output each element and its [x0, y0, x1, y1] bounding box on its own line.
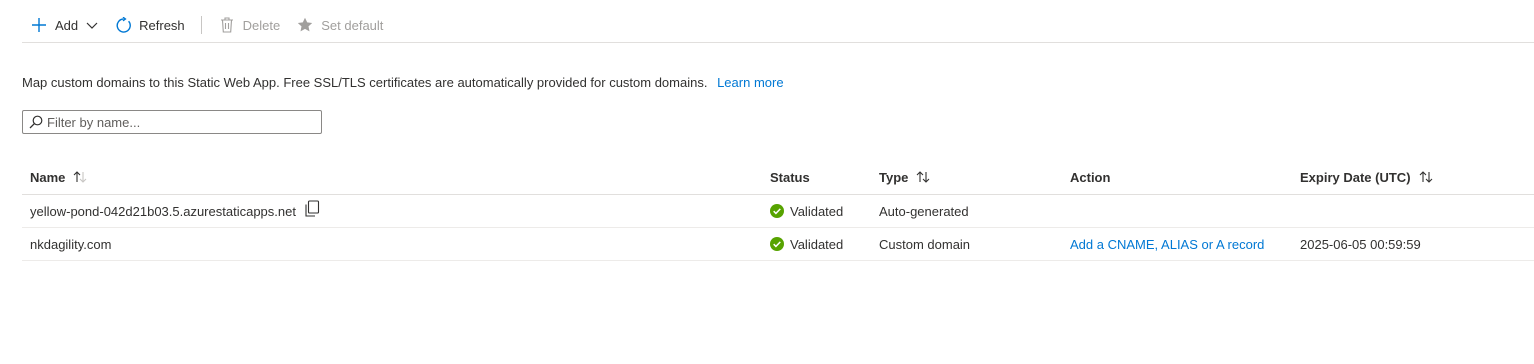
domain-name: nkdagility.com	[30, 236, 112, 252]
add-button-label: Add	[55, 17, 79, 33]
status-cell: Validated	[770, 195, 843, 227]
trash-icon	[218, 16, 236, 34]
expiry-cell: 2025-06-05 00:59:59	[1300, 228, 1421, 260]
type-cell: Custom domain	[879, 228, 970, 260]
domain-name-cell: yellow-pond-042d21b03.5.azurestaticapps.…	[30, 195, 320, 227]
domain-name-cell: nkdagility.com	[30, 228, 111, 260]
command-bar: Add Refresh Delete Set default	[22, 8, 1534, 43]
set-default-button[interactable]: Set default	[288, 8, 391, 42]
domains-table: Name Status Type Action Expiry Date (UTC…	[22, 160, 1534, 261]
toolbar-divider	[200, 16, 202, 34]
sort-icon[interactable]	[916, 171, 930, 183]
column-header-action: Action	[1070, 160, 1110, 194]
add-record-link[interactable]: Add a CNAME, ALIAS or A record	[1070, 237, 1264, 252]
column-header-expiry-label: Expiry Date (UTC)	[1300, 169, 1411, 185]
check-circle-icon	[770, 237, 784, 251]
column-header-status-label: Status	[770, 169, 810, 185]
chevron-down-icon[interactable]	[86, 19, 98, 31]
sort-icon[interactable]	[1419, 171, 1433, 183]
type-text: Custom domain	[879, 236, 971, 252]
add-button[interactable]: Add	[22, 8, 106, 42]
column-header-type-label: Type	[879, 169, 909, 185]
status-cell: Validated	[770, 228, 843, 260]
description: Map custom domains to this Static Web Ap…	[22, 75, 784, 90]
check-circle-icon	[770, 204, 784, 218]
action-cell: Add a CNAME, ALIAS or A record	[1070, 228, 1264, 260]
delete-button[interactable]: Delete	[210, 8, 289, 42]
copy-icon[interactable]	[304, 200, 320, 218]
search-icon	[29, 115, 43, 129]
table-header: Name Status Type Action Expiry Date (UTC…	[22, 160, 1534, 195]
filter-box[interactable]	[22, 110, 322, 134]
refresh-icon	[114, 16, 132, 34]
description-text: Map custom domains to this Static Web Ap…	[22, 75, 708, 90]
learn-more-link[interactable]: Learn more	[717, 75, 783, 90]
table-row: yellow-pond-042d21b03.5.azurestaticapps.…	[22, 195, 1534, 228]
delete-button-label: Delete	[242, 17, 281, 33]
filter-input[interactable]	[47, 114, 307, 130]
column-header-name[interactable]: Name	[30, 160, 87, 194]
column-header-expiry[interactable]: Expiry Date (UTC)	[1300, 160, 1433, 194]
status-text: Validated	[790, 236, 844, 252]
plus-icon	[30, 16, 48, 34]
expiry-text: 2025-06-05 00:59:59	[1300, 236, 1421, 252]
star-icon	[296, 16, 314, 34]
column-header-name-label: Name	[30, 169, 66, 185]
type-text: Auto-generated	[879, 203, 969, 219]
column-header-status: Status	[770, 160, 810, 194]
column-header-action-label: Action	[1070, 169, 1111, 185]
set-default-button-label: Set default	[321, 17, 384, 33]
sort-icon[interactable]	[73, 171, 87, 183]
type-cell: Auto-generated	[879, 195, 969, 227]
refresh-button-label: Refresh	[139, 17, 185, 33]
status-text: Validated	[790, 203, 844, 219]
refresh-button[interactable]: Refresh	[106, 8, 193, 42]
domain-name: yellow-pond-042d21b03.5.azurestaticapps.…	[30, 203, 296, 219]
column-header-type[interactable]: Type	[879, 160, 930, 194]
table-row: nkdagility.com Validated Custom domain A…	[22, 228, 1534, 261]
